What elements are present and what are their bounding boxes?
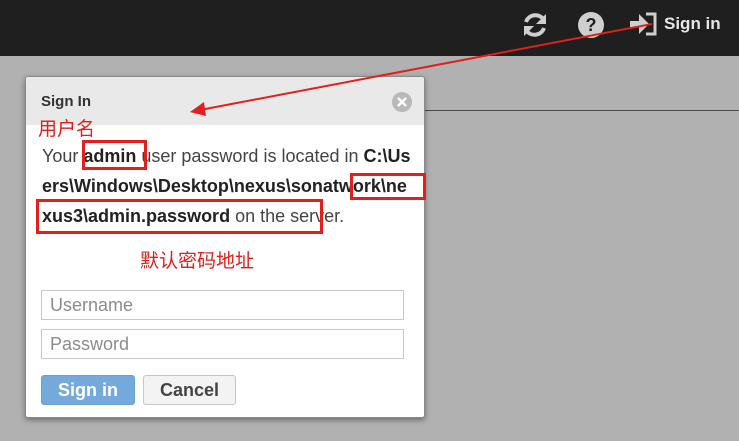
sign-in-label: Sign in — [664, 14, 721, 33]
help-icon[interactable]: ? — [576, 10, 606, 45]
close-icon[interactable] — [391, 91, 413, 118]
sign-in-button[interactable]: Sign in — [41, 375, 135, 405]
password-path-annotation: 默认密码地址 — [140, 250, 255, 272]
username-annotation: 用户名 — [38, 118, 96, 140]
cancel-button[interactable]: Cancel — [143, 375, 236, 405]
username-highlight-box — [82, 140, 147, 170]
background-divider — [420, 110, 739, 111]
dialog-title: Sign In — [41, 93, 91, 110]
sign-in-link[interactable]: Sign in — [630, 10, 721, 38]
path-highlight-box-2 — [36, 199, 323, 234]
password-field[interactable] — [41, 329, 404, 359]
path-highlight-box-1 — [350, 173, 426, 200]
svg-text:?: ? — [586, 15, 597, 35]
top-navigation-bar: ? Sign in — [0, 0, 739, 56]
username-field[interactable] — [41, 290, 404, 320]
refresh-icon[interactable] — [520, 10, 550, 45]
sign-in-icon — [630, 12, 657, 36]
